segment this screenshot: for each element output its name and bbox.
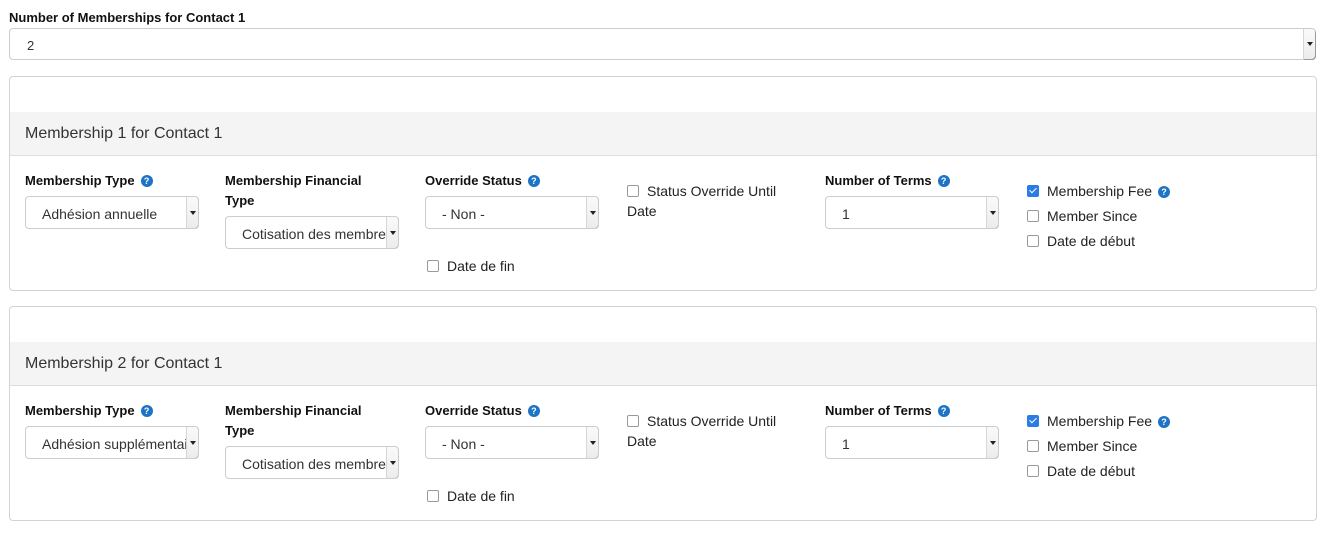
number-of-memberships-select[interactable]: 2 <box>9 28 1316 60</box>
date-de-fin-checkbox-row[interactable]: Date de fin <box>427 256 515 276</box>
selected-value: Adhésion supplémentaire <box>42 436 199 452</box>
caret-down-icon[interactable] <box>186 427 198 458</box>
membership-type-select[interactable]: Adhésion supplémentaire <box>25 426 199 459</box>
question-circle-icon[interactable]: ? <box>140 175 153 187</box>
override-status-label: Override Status? <box>425 401 540 421</box>
member-since-checkbox-row[interactable]: Member Since <box>1027 436 1137 456</box>
caret-down-icon[interactable] <box>986 197 998 228</box>
caret-down-icon[interactable] <box>586 427 598 458</box>
checkbox-label: Status Override Until Date <box>627 413 777 449</box>
member-since-checkbox-row[interactable]: Member Since <box>1027 206 1137 226</box>
checkbox-label: Date de début <box>1047 463 1135 479</box>
membership-fee-checkbox[interactable] <box>1027 415 1039 427</box>
membership-fee-checkbox-row[interactable]: Membership Fee? <box>1027 181 1171 201</box>
selected-value: Cotisation des membres <box>242 226 393 242</box>
question-circle-icon[interactable]: ? <box>1158 186 1171 198</box>
label-text: Override Status <box>425 403 522 418</box>
number-of-terms-select[interactable]: 1 <box>825 196 999 229</box>
label-text: Membership Type <box>25 173 135 188</box>
number-of-terms-label: Number of Terms? <box>825 401 950 421</box>
selected-value: Adhésion annuelle <box>42 206 158 222</box>
caret-down-icon[interactable] <box>386 217 398 248</box>
financial-type-label: Membership Financial Type <box>225 173 362 208</box>
panel-header: Membership 2 for Contact 1 <box>10 342 1316 386</box>
status-override-until-checkbox[interactable] <box>627 185 639 197</box>
selected-value: - Non - <box>442 206 485 222</box>
question-circle-icon[interactable]: ? <box>527 175 540 187</box>
membership-fee-checkbox-row[interactable]: Membership Fee? <box>1027 411 1171 431</box>
checkbox-label: Status Override Until Date <box>627 183 777 219</box>
membership-panel-1: Membership 1 for Contact 1 Membership Ty… <box>9 76 1317 291</box>
status-override-until-checkbox[interactable] <box>627 415 639 427</box>
question-circle-icon[interactable]: ? <box>1158 416 1171 428</box>
caret-down-icon[interactable] <box>186 197 198 228</box>
number-of-terms-select[interactable]: 1 <box>825 426 999 459</box>
date-de-debut-checkbox-row[interactable]: Date de début <box>1027 231 1135 251</box>
membership-type-label: Membership Type? <box>25 171 153 191</box>
label-text: Number of Terms <box>825 173 932 188</box>
financial-type-label: Membership Financial Type <box>225 403 362 438</box>
financial-type-select[interactable]: Cotisation des membres <box>225 216 399 249</box>
checkbox-label: Date de fin <box>447 488 515 504</box>
membership-fee-checkbox[interactable] <box>1027 185 1039 197</box>
checkbox-label: Date de début <box>1047 233 1135 249</box>
number-of-memberships-label: Number of Memberships for Contact 1 <box>9 10 246 25</box>
selected-value: - Non - <box>442 436 485 452</box>
caret-down-icon[interactable] <box>986 427 998 458</box>
override-status-select[interactable]: - Non - <box>425 426 599 459</box>
question-circle-icon[interactable]: ? <box>140 405 153 417</box>
caret-down-icon[interactable] <box>1303 29 1315 59</box>
date-de-debut-checkbox[interactable] <box>1027 465 1039 477</box>
date-de-fin-checkbox[interactable] <box>427 490 439 502</box>
selected-value: 2 <box>27 38 35 53</box>
label-text: Override Status <box>425 173 522 188</box>
question-circle-icon[interactable]: ? <box>937 405 950 417</box>
override-status-select[interactable]: - Non - <box>425 196 599 229</box>
checkbox-label: Member Since <box>1047 208 1138 224</box>
checkbox-label: Membership Fee <box>1047 413 1153 429</box>
number-of-terms-label: Number of Terms? <box>825 171 950 191</box>
label-text: Number of Terms <box>825 403 932 418</box>
panel-title: Membership 2 for Contact 1 <box>25 355 223 372</box>
override-status-label: Override Status? <box>425 171 540 191</box>
selected-value: 1 <box>842 436 850 452</box>
date-de-debut-checkbox[interactable] <box>1027 235 1039 247</box>
label-text: Membership Type <box>25 403 135 418</box>
membership-panel-2: Membership 2 for Contact 1 Membership Ty… <box>9 306 1317 521</box>
membership-type-label: Membership Type? <box>25 401 153 421</box>
selected-value: 1 <box>842 206 850 222</box>
date-de-fin-checkbox-row[interactable]: Date de fin <box>427 486 515 506</box>
date-de-fin-checkbox[interactable] <box>427 260 439 272</box>
date-de-debut-checkbox-row[interactable]: Date de début <box>1027 461 1135 481</box>
selected-value: Cotisation des membres <box>242 456 393 472</box>
question-circle-icon[interactable]: ? <box>527 405 540 417</box>
checkbox-label: Membership Fee <box>1047 183 1153 199</box>
membership-type-select[interactable]: Adhésion annuelle <box>25 196 199 229</box>
member-since-checkbox[interactable] <box>1027 210 1039 222</box>
panel-title: Membership 1 for Contact 1 <box>25 125 223 142</box>
status-override-until-checkbox-row[interactable]: Status Override Until Date <box>627 411 797 451</box>
member-since-checkbox[interactable] <box>1027 440 1039 452</box>
caret-down-icon[interactable] <box>386 447 398 478</box>
panel-header: Membership 1 for Contact 1 <box>10 112 1316 156</box>
checkbox-label: Member Since <box>1047 438 1138 454</box>
caret-down-icon[interactable] <box>586 197 598 228</box>
financial-type-select[interactable]: Cotisation des membres <box>225 446 399 479</box>
question-circle-icon[interactable]: ? <box>937 175 950 187</box>
checkbox-label: Date de fin <box>447 258 515 274</box>
status-override-until-checkbox-row[interactable]: Status Override Until Date <box>627 181 797 221</box>
